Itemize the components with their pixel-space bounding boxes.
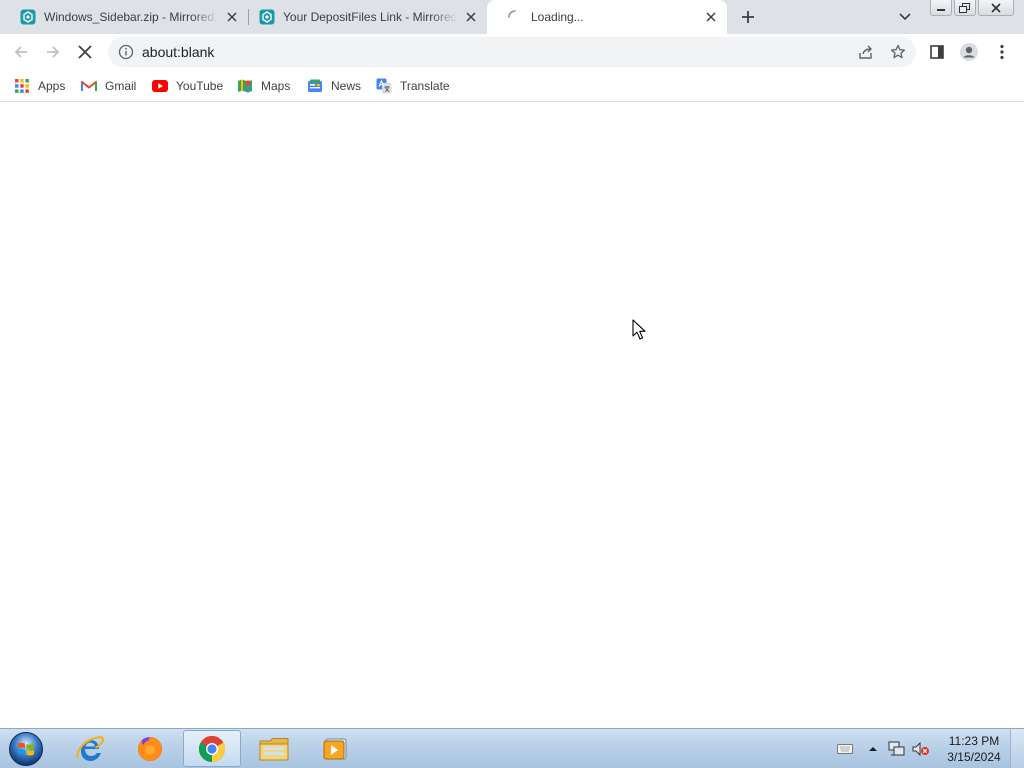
browser-toolbar: about:blank: [0, 34, 1024, 70]
bookmarks-bar: Apps Gmail YouTube Maps News Translate: [0, 70, 1024, 102]
mouse-cursor-icon: [632, 319, 646, 344]
bookmark-maps[interactable]: Maps: [237, 76, 290, 96]
tab-search-button[interactable]: [893, 5, 917, 29]
close-icon: [991, 2, 1001, 13]
url-text[interactable]: about:blank: [142, 44, 214, 60]
maps-icon: [237, 78, 253, 94]
keyboard-icon[interactable]: [836, 740, 854, 758]
restore-button[interactable]: [954, 0, 976, 16]
forward-arrow-icon: [47, 46, 60, 58]
kebab-menu-icon: [1000, 44, 1004, 60]
show-hidden-icons-icon[interactable]: [864, 740, 882, 758]
start-button[interactable]: [6, 730, 46, 768]
clock-date: 3/15/2024: [947, 750, 1001, 764]
taskbar-firefox[interactable]: [121, 730, 179, 767]
back-arrow-icon: [14, 46, 27, 58]
stop-icon: [78, 45, 92, 59]
mirrored-icon: [259, 9, 275, 25]
tab-loading[interactable]: Loading...: [487, 0, 727, 34]
taskbar-chrome[interactable]: [183, 730, 241, 767]
share-icon: [859, 45, 872, 59]
tab-title: Loading...: [531, 10, 584, 24]
stop-loading-button[interactable]: [71, 38, 99, 66]
bookmark-star-button[interactable]: [886, 40, 910, 64]
system-clock[interactable]: 11:23 PM 3/15/2024: [940, 733, 1008, 765]
minimize-icon: [937, 8, 945, 11]
translate-icon: [376, 78, 392, 94]
profile-button[interactable]: [955, 38, 983, 66]
address-bar[interactable]: about:blank: [108, 37, 916, 67]
taskbar-windows-explorer[interactable]: [245, 730, 303, 767]
bookmark-label: Apps: [38, 79, 66, 93]
bookmark-label: News: [331, 79, 362, 93]
close-window-button[interactable]: [978, 0, 1014, 16]
star-icon: [890, 44, 906, 59]
clock-time: 11:23 PM: [948, 734, 1000, 748]
tab-title: Your DepositFiles Link - Mirrored.to - M…: [283, 10, 457, 24]
bookmark-news[interactable]: News: [307, 76, 361, 96]
windows-start-orb-icon: [9, 732, 43, 766]
network-icon[interactable]: [888, 740, 906, 758]
bookmark-youtube[interactable]: YouTube: [152, 76, 223, 96]
system-tray: [836, 729, 936, 768]
bookmark-label: Gmail: [105, 79, 137, 93]
tab-close-icon[interactable]: [463, 9, 479, 25]
forward-button[interactable]: [39, 38, 67, 66]
page-content-blank[interactable]: [0, 103, 1024, 728]
media-player-icon: [323, 738, 347, 759]
bookmark-label: Maps: [261, 79, 291, 93]
share-button[interactable]: [854, 40, 878, 64]
bookmark-label: Translate: [400, 79, 450, 93]
menu-button[interactable]: [988, 38, 1016, 66]
back-button[interactable]: [7, 38, 35, 66]
tab-windows-sidebar[interactable]: Windows_Sidebar.zip - Mirrored.to - Mirr…: [0, 0, 248, 34]
bookmark-gmail[interactable]: Gmail: [81, 76, 136, 96]
info-icon[interactable]: [118, 44, 134, 60]
new-tab-button[interactable]: [736, 5, 760, 29]
news-icon: [307, 78, 323, 94]
tab-title: Windows_Sidebar.zip - Mirrored.to - Mirr…: [44, 10, 218, 24]
loading-spinner-icon: [507, 9, 523, 25]
minimize-button[interactable]: [930, 0, 952, 16]
tab-strip: Windows_Sidebar.zip - Mirrored.to - Mirr…: [0, 0, 1024, 34]
taskbar-media-player[interactable]: [307, 730, 365, 767]
avatar-icon: [960, 43, 978, 61]
firefox-icon: [138, 736, 162, 761]
tab-close-icon[interactable]: [224, 9, 240, 25]
side-panel-icon: [930, 45, 944, 59]
mirrored-icon: [20, 9, 36, 25]
windows-taskbar: 11:23 PM 3/15/2024: [0, 728, 1024, 768]
taskbar-internet-explorer[interactable]: [61, 730, 119, 767]
apps-grid-icon: [14, 78, 30, 94]
bookmark-label: YouTube: [176, 79, 224, 93]
show-desktop-button[interactable]: [1010, 729, 1024, 768]
tab-depositfiles[interactable]: Your DepositFiles Link - Mirrored.to - M…: [239, 0, 487, 34]
internet-explorer-icon: [76, 735, 105, 761]
restore-icon: [959, 2, 970, 13]
side-panel-button[interactable]: [923, 38, 951, 66]
volume-muted-icon[interactable]: [912, 740, 930, 758]
chrome-icon: [198, 735, 226, 762]
window-controls: [930, 0, 1014, 16]
bookmark-translate[interactable]: Translate: [376, 76, 450, 96]
youtube-icon: [152, 78, 168, 94]
plus-icon: [742, 11, 754, 23]
tab-close-icon[interactable]: [703, 9, 719, 25]
gmail-icon: [81, 78, 97, 94]
folder-icon: [259, 737, 289, 760]
bookmark-apps[interactable]: Apps: [14, 76, 65, 96]
chevron-down-icon: [899, 13, 911, 21]
